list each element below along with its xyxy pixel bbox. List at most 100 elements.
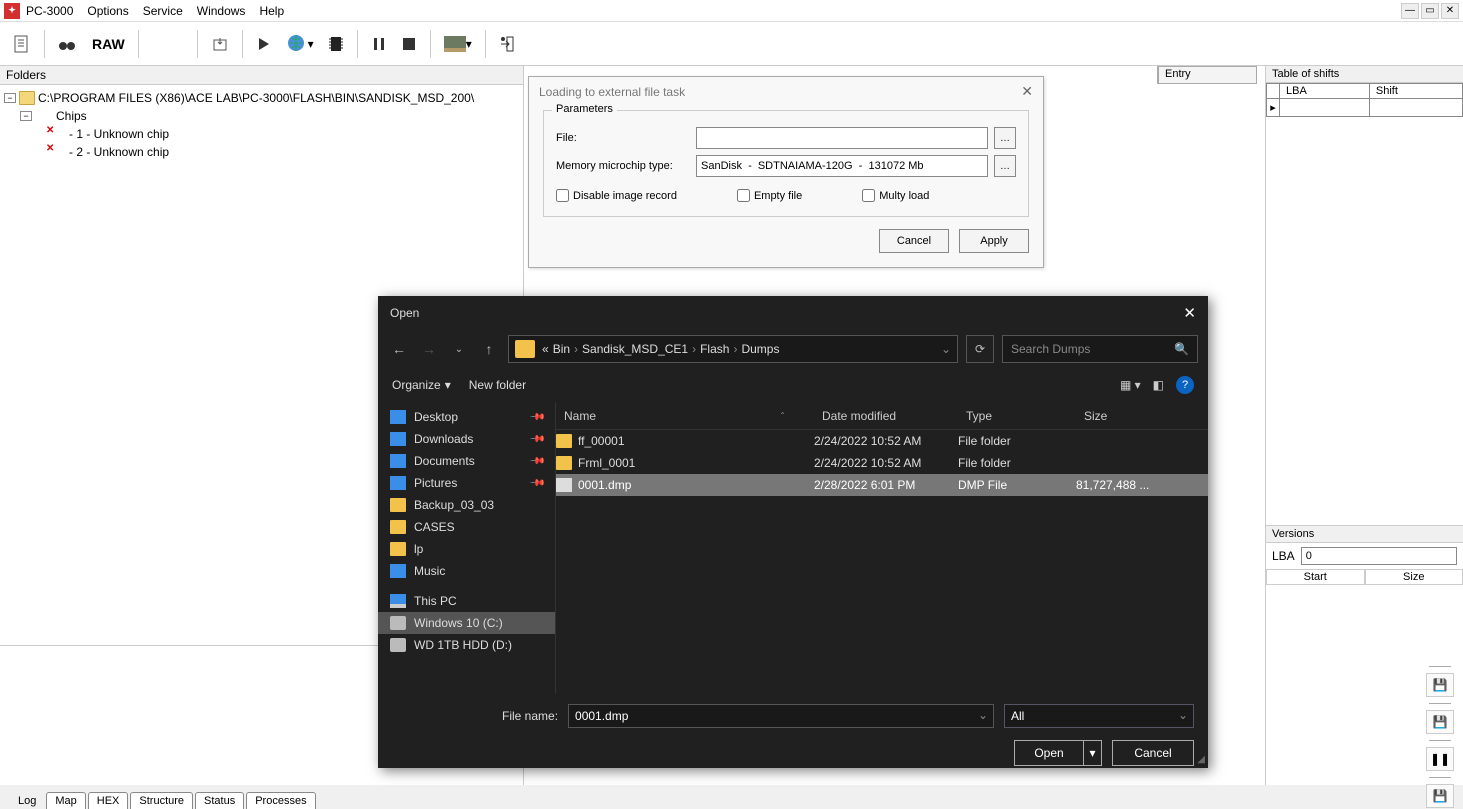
export-icon[interactable] xyxy=(206,29,234,59)
shifts-row[interactable]: ▸ xyxy=(1267,99,1463,117)
tree-chips[interactable]: − Chips xyxy=(4,107,519,125)
file-icon xyxy=(556,478,572,492)
back-icon[interactable]: ← xyxy=(388,341,410,357)
loading-dialog: Loading to external file task ✕ Paramete… xyxy=(528,76,1044,268)
tab-status[interactable]: Status xyxy=(195,792,244,809)
sidebar-item[interactable]: Windows 10 (C:) xyxy=(378,612,555,634)
empty-file-checkbox[interactable]: Empty file xyxy=(737,189,802,202)
tree-chip-2[interactable]: ✕ - 2 - Unknown chip xyxy=(4,143,519,161)
maximize-button[interactable]: ▭ xyxy=(1421,3,1439,19)
tree-chip-1[interactable]: ✕ - 1 - Unknown chip xyxy=(4,125,519,143)
col-size[interactable]: Size xyxy=(1076,409,1176,423)
open-button[interactable]: Open xyxy=(1014,740,1084,766)
versions-lba-input[interactable] xyxy=(1301,547,1457,565)
menu-service[interactable]: Service xyxy=(143,4,183,18)
sidebar-item[interactable]: WD 1TB HDD (D:) xyxy=(378,634,555,656)
preview-pane-icon[interactable]: ◧ xyxy=(1153,378,1164,392)
chip-icon xyxy=(35,109,53,123)
open-cancel-button[interactable]: Cancel xyxy=(1112,740,1194,766)
file-row[interactable]: 0001.dmp2/28/2022 6:01 PMDMP File81,727,… xyxy=(556,474,1208,496)
shifts-col-lba[interactable]: LBA xyxy=(1280,84,1370,99)
resize-grip-icon[interactable]: ◢ xyxy=(1197,754,1205,765)
sidebar-item[interactable]: Downloads📌 xyxy=(378,428,555,450)
search-input[interactable]: Search Dumps 🔍 xyxy=(1002,335,1198,363)
folder-icon xyxy=(556,456,572,470)
sidebar-item[interactable]: Music xyxy=(378,560,555,582)
pause-small-icon[interactable]: ❚❚ xyxy=(1426,747,1454,771)
versions-lba-label: LBA xyxy=(1272,549,1295,563)
file-browse-button[interactable]: … xyxy=(994,127,1016,149)
raw-button[interactable]: RAW xyxy=(85,29,130,59)
image-tool-icon[interactable]: ▾ xyxy=(439,29,477,59)
col-date[interactable]: Date modified xyxy=(814,409,958,423)
mem-type-input[interactable] xyxy=(696,155,988,177)
tab-map[interactable]: Map xyxy=(46,792,85,809)
exit-icon[interactable] xyxy=(494,29,520,59)
col-type[interactable]: Type xyxy=(958,409,1076,423)
recent-dropdown-icon[interactable]: ⌄ xyxy=(448,344,470,355)
filter-select[interactable] xyxy=(1004,704,1194,728)
binoculars-icon[interactable] xyxy=(53,29,81,59)
sidebar-item[interactable]: Documents📌 xyxy=(378,450,555,472)
save-disk-icon-3[interactable]: 💾 xyxy=(1426,784,1454,808)
organize-dropdown[interactable]: Organize ▾ xyxy=(392,378,451,392)
tool-doc-icon[interactable] xyxy=(8,29,36,59)
forward-icon[interactable]: → xyxy=(418,341,440,357)
chip-icon[interactable] xyxy=(323,29,349,59)
filename-input[interactable] xyxy=(568,704,994,728)
file-row[interactable]: ff_000012/24/2022 10:52 AMFile folder xyxy=(556,430,1208,452)
shifts-col-shift[interactable]: Shift xyxy=(1369,84,1462,99)
sidebar-item[interactable]: lp xyxy=(378,538,555,560)
versions-col-size[interactable]: Size xyxy=(1365,569,1463,585)
close-button[interactable]: ✕ xyxy=(1441,3,1459,19)
open-dialog-sidebar: Desktop📌Downloads📌Documents📌Pictures📌Bac… xyxy=(378,402,556,694)
menu-options[interactable]: Options xyxy=(87,4,128,18)
loading-cancel-button[interactable]: Cancel xyxy=(879,229,949,253)
open-dropdown-icon[interactable]: ▾ xyxy=(1084,740,1102,766)
refresh-icon[interactable]: ⟳ xyxy=(966,335,994,363)
open-dialog-close-icon[interactable]: ✕ xyxy=(1183,304,1196,322)
sidebar-item[interactable]: Pictures📌 xyxy=(378,472,555,494)
pin-icon: 📌 xyxy=(528,409,545,426)
breadcrumb[interactable]: « Bin› Sandisk_MSD_CE1› Flash› Dumps ⌄ xyxy=(508,335,958,363)
tab-hex[interactable]: HEX xyxy=(88,792,129,809)
save-disk-icon[interactable]: 💾 xyxy=(1426,673,1454,697)
menu-help[interactable]: Help xyxy=(259,4,284,18)
up-icon[interactable]: ↑ xyxy=(478,341,500,357)
loading-dialog-close-icon[interactable]: ✕ xyxy=(1021,83,1033,100)
tab-structure[interactable]: Structure xyxy=(130,792,193,809)
mem-type-label: Memory microchip type: xyxy=(556,160,696,172)
sidebar-item[interactable]: Backup_03_03 xyxy=(378,494,555,516)
disable-image-checkbox[interactable]: Disable image record xyxy=(556,189,677,202)
sidebar-item[interactable]: CASES xyxy=(378,516,555,538)
pic-icon xyxy=(390,476,406,490)
view-icon[interactable]: ▦ ▾ xyxy=(1120,378,1141,392)
file-row[interactable]: Frml_00012/24/2022 10:52 AMFile folder xyxy=(556,452,1208,474)
pause-icon[interactable] xyxy=(366,29,392,59)
sidebar-item[interactable]: This PC xyxy=(378,590,555,612)
sidebar-item[interactable]: Desktop📌 xyxy=(378,406,555,428)
versions-col-start[interactable]: Start xyxy=(1266,569,1365,585)
new-folder-button[interactable]: New folder xyxy=(469,378,526,392)
open-dialog: Open ✕ ← → ⌄ ↑ « Bin› Sandisk_MSD_CE1› F… xyxy=(378,296,1208,768)
versions-header: Versions xyxy=(1266,526,1463,543)
minimize-button[interactable]: — xyxy=(1401,3,1419,19)
chip-error-icon: ✕ xyxy=(48,145,66,159)
globe-icon[interactable]: ▾ xyxy=(281,29,319,59)
file-input[interactable] xyxy=(696,127,988,149)
menu-windows[interactable]: Windows xyxy=(197,4,246,18)
multy-load-checkbox[interactable]: Multy load xyxy=(862,189,929,202)
entry-header: Entry xyxy=(1157,66,1257,84)
tab-log[interactable]: Log xyxy=(10,793,44,809)
mem-browse-button[interactable]: … xyxy=(994,155,1016,177)
tab-processes[interactable]: Processes xyxy=(246,792,315,809)
help-icon[interactable]: ? xyxy=(1176,376,1194,394)
play-icon[interactable] xyxy=(251,29,277,59)
col-name[interactable]: Name⌃ xyxy=(556,409,814,423)
save-disk-icon-2[interactable]: 💾 xyxy=(1426,710,1454,734)
blue-icon xyxy=(390,410,406,424)
tree-root[interactable]: − C:\PROGRAM FILES (X86)\ACE LAB\PC-3000… xyxy=(4,89,519,107)
loading-dialog-title: Loading to external file task xyxy=(539,85,685,99)
stop-icon[interactable] xyxy=(396,29,422,59)
loading-apply-button[interactable]: Apply xyxy=(959,229,1029,253)
